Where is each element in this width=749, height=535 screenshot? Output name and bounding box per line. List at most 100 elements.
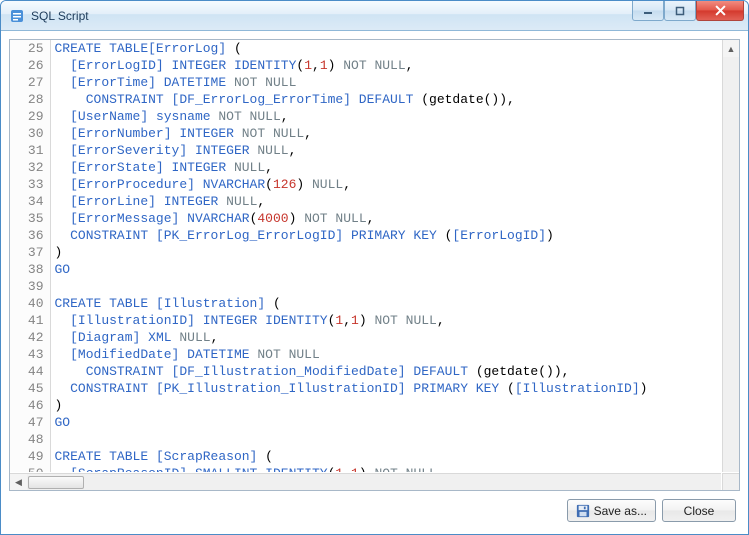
code-content[interactable]: [ErrorLogID] INTEGER IDENTITY(1,1) NOT N…	[50, 57, 721, 74]
line-number: 33	[10, 176, 50, 193]
code-line[interactable]: 46)	[10, 397, 721, 414]
line-number: 29	[10, 108, 50, 125]
button-bar: Save as... Close	[9, 499, 740, 526]
scroll-corner	[722, 473, 739, 490]
line-number: 36	[10, 227, 50, 244]
code-content[interactable]: CREATE TABLE [ScrapReason] (	[50, 448, 721, 465]
line-number: 39	[10, 278, 50, 295]
close-button[interactable]: Close	[662, 499, 736, 522]
code-editor[interactable]: 25CREATE TABLE[ErrorLog] (26 [ErrorLogID…	[10, 40, 721, 472]
close-window-button[interactable]	[696, 1, 744, 21]
code-line[interactable]: 28 CONSTRAINT [DF_ErrorLog_ErrorTime] DE…	[10, 91, 721, 108]
line-number: 41	[10, 312, 50, 329]
code-line[interactable]: 33 [ErrorProcedure] NVARCHAR(126) NULL,	[10, 176, 721, 193]
code-line[interactable]: 40CREATE TABLE [Illustration] (	[10, 295, 721, 312]
line-number: 48	[10, 431, 50, 448]
line-number: 37	[10, 244, 50, 261]
code-line[interactable]: 36 CONSTRAINT [PK_ErrorLog_ErrorLogID] P…	[10, 227, 721, 244]
content-area: 25CREATE TABLE[ErrorLog] (26 [ErrorLogID…	[1, 31, 748, 534]
code-content[interactable]: )	[50, 397, 721, 414]
code-content[interactable]: GO	[50, 261, 721, 278]
line-number: 44	[10, 363, 50, 380]
window-title: SQL Script	[31, 9, 89, 23]
code-content[interactable]: [ScrapReasonID] SMALLINT IDENTITY(1,1) N…	[50, 465, 721, 472]
code-content[interactable]: [Diagram] XML NULL,	[50, 329, 721, 346]
code-content[interactable]: [ErrorSeverity] INTEGER NULL,	[50, 142, 721, 159]
code-line[interactable]: 29 [UserName] sysname NOT NULL,	[10, 108, 721, 125]
vertical-scrollbar[interactable]: ▲	[722, 40, 739, 472]
code-line[interactable]: 39	[10, 278, 721, 295]
line-number: 25	[10, 40, 50, 57]
line-number: 28	[10, 91, 50, 108]
code-content[interactable]: [ErrorLine] INTEGER NULL,	[50, 193, 721, 210]
code-content[interactable]: CONSTRAINT [PK_ErrorLog_ErrorLogID] PRIM…	[50, 227, 721, 244]
app-icon	[9, 8, 25, 24]
code-content[interactable]: [UserName] sysname NOT NULL,	[50, 108, 721, 125]
code-line[interactable]: 43 [ModifiedDate] DATETIME NOT NULL	[10, 346, 721, 363]
code-line[interactable]: 48	[10, 431, 721, 448]
code-content[interactable]: [IllustrationID] INTEGER IDENTITY(1,1) N…	[50, 312, 721, 329]
scroll-left-icon[interactable]: ◀	[10, 474, 27, 490]
code-line[interactable]: 49CREATE TABLE [ScrapReason] (	[10, 448, 721, 465]
code-line[interactable]: 44 CONSTRAINT [DF_Illustration_ModifiedD…	[10, 363, 721, 380]
code-content[interactable]: [ErrorProcedure] NVARCHAR(126) NULL,	[50, 176, 721, 193]
editor-frame: 25CREATE TABLE[ErrorLog] (26 [ErrorLogID…	[9, 39, 740, 491]
code-content[interactable]: [ErrorMessage] NVARCHAR(4000) NOT NULL,	[50, 210, 721, 227]
code-line[interactable]: 42 [Diagram] XML NULL,	[10, 329, 721, 346]
scroll-up-icon[interactable]: ▲	[723, 40, 739, 57]
code-content[interactable]	[50, 431, 721, 448]
code-content[interactable]	[50, 278, 721, 295]
titlebar[interactable]: SQL Script	[1, 1, 748, 31]
code-content[interactable]: CONSTRAINT [PK_Illustration_Illustration…	[50, 380, 721, 397]
horizontal-scrollbar[interactable]: ◀	[10, 473, 721, 490]
code-line[interactable]: 38GO	[10, 261, 721, 278]
line-number: 47	[10, 414, 50, 431]
code-content[interactable]: [ErrorState] INTEGER NULL,	[50, 159, 721, 176]
line-number: 46	[10, 397, 50, 414]
code-line[interactable]: 47GO	[10, 414, 721, 431]
minimize-button[interactable]	[632, 1, 664, 21]
line-number: 35	[10, 210, 50, 227]
code-line[interactable]: 25CREATE TABLE[ErrorLog] (	[10, 40, 721, 57]
code-line[interactable]: 41 [IllustrationID] INTEGER IDENTITY(1,1…	[10, 312, 721, 329]
save-as-label: Save as...	[594, 504, 647, 518]
line-number: 45	[10, 380, 50, 397]
line-number: 43	[10, 346, 50, 363]
line-number: 30	[10, 125, 50, 142]
code-content[interactable]: CONSTRAINT [DF_Illustration_ModifiedDate…	[50, 363, 721, 380]
window-frame: SQL Script 25CREATE TABLE[ErrorLog] (26 …	[0, 0, 749, 535]
code-line[interactable]: 34 [ErrorLine] INTEGER NULL,	[10, 193, 721, 210]
line-number: 26	[10, 57, 50, 74]
code-line[interactable]: 26 [ErrorLogID] INTEGER IDENTITY(1,1) NO…	[10, 57, 721, 74]
line-number: 34	[10, 193, 50, 210]
save-icon	[576, 504, 590, 518]
code-content[interactable]: [ModifiedDate] DATETIME NOT NULL	[50, 346, 721, 363]
line-number: 50	[10, 465, 50, 472]
scroll-thumb[interactable]	[28, 476, 84, 489]
line-number: 40	[10, 295, 50, 312]
line-number: 42	[10, 329, 50, 346]
code-content[interactable]: GO	[50, 414, 721, 431]
code-line[interactable]: 37)	[10, 244, 721, 261]
line-number: 32	[10, 159, 50, 176]
code-content[interactable]: [ErrorNumber] INTEGER NOT NULL,	[50, 125, 721, 142]
line-number: 31	[10, 142, 50, 159]
code-content[interactable]: )	[50, 244, 721, 261]
code-line[interactable]: 30 [ErrorNumber] INTEGER NOT NULL,	[10, 125, 721, 142]
save-as-button[interactable]: Save as...	[567, 499, 656, 522]
code-content[interactable]: [ErrorTime] DATETIME NOT NULL	[50, 74, 721, 91]
window-controls	[632, 1, 744, 21]
code-line[interactable]: 31 [ErrorSeverity] INTEGER NULL,	[10, 142, 721, 159]
code-line[interactable]: 50 [ScrapReasonID] SMALLINT IDENTITY(1,1…	[10, 465, 721, 472]
line-number: 27	[10, 74, 50, 91]
code-line[interactable]: 45 CONSTRAINT [PK_Illustration_Illustrat…	[10, 380, 721, 397]
code-line[interactable]: 27 [ErrorTime] DATETIME NOT NULL	[10, 74, 721, 91]
maximize-button[interactable]	[664, 1, 696, 21]
code-content[interactable]: CONSTRAINT [DF_ErrorLog_ErrorTime] DEFAU…	[50, 91, 721, 108]
code-line[interactable]: 35 [ErrorMessage] NVARCHAR(4000) NOT NUL…	[10, 210, 721, 227]
code-line[interactable]: 32 [ErrorState] INTEGER NULL,	[10, 159, 721, 176]
code-content[interactable]: CREATE TABLE [Illustration] (	[50, 295, 721, 312]
line-number: 49	[10, 448, 50, 465]
code-content[interactable]: CREATE TABLE[ErrorLog] (	[50, 40, 721, 57]
close-label: Close	[684, 504, 715, 518]
